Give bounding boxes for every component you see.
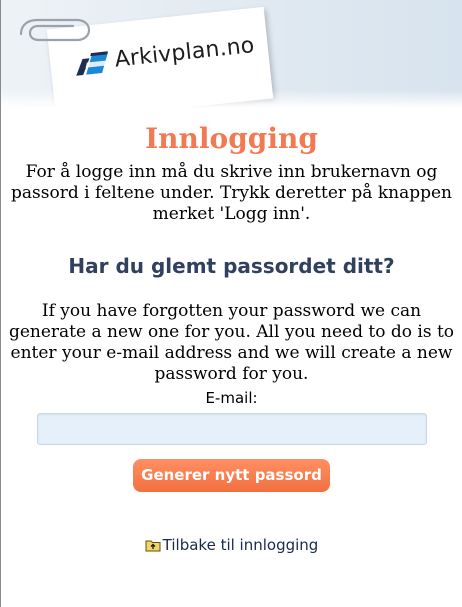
- email-input[interactable]: [36, 413, 427, 445]
- forgot-password-description: If you have forgotten your password we c…: [8, 301, 455, 384]
- back-to-login-label: Tilbake til innlogging: [162, 536, 319, 554]
- login-instructions: For å logge inn må du skrive inn brukern…: [11, 162, 452, 224]
- header-banner: Arkivplan.no: [1, 0, 462, 108]
- arkivplan-logo-icon: [76, 51, 108, 76]
- folder-up-icon: [145, 540, 161, 552]
- main-content: Innlogging For å logge inn må du skrive …: [1, 110, 462, 556]
- forgot-password-heading: Har du glemt passordet ditt?: [68, 254, 395, 278]
- generate-password-button[interactable]: Generer nytt passord: [133, 459, 330, 492]
- back-to-login-link[interactable]: Tilbake til innlogging: [145, 536, 319, 554]
- email-label: E-mail:: [205, 389, 258, 407]
- paperclip-icon: [19, 18, 91, 42]
- page-title: Innlogging: [145, 122, 318, 155]
